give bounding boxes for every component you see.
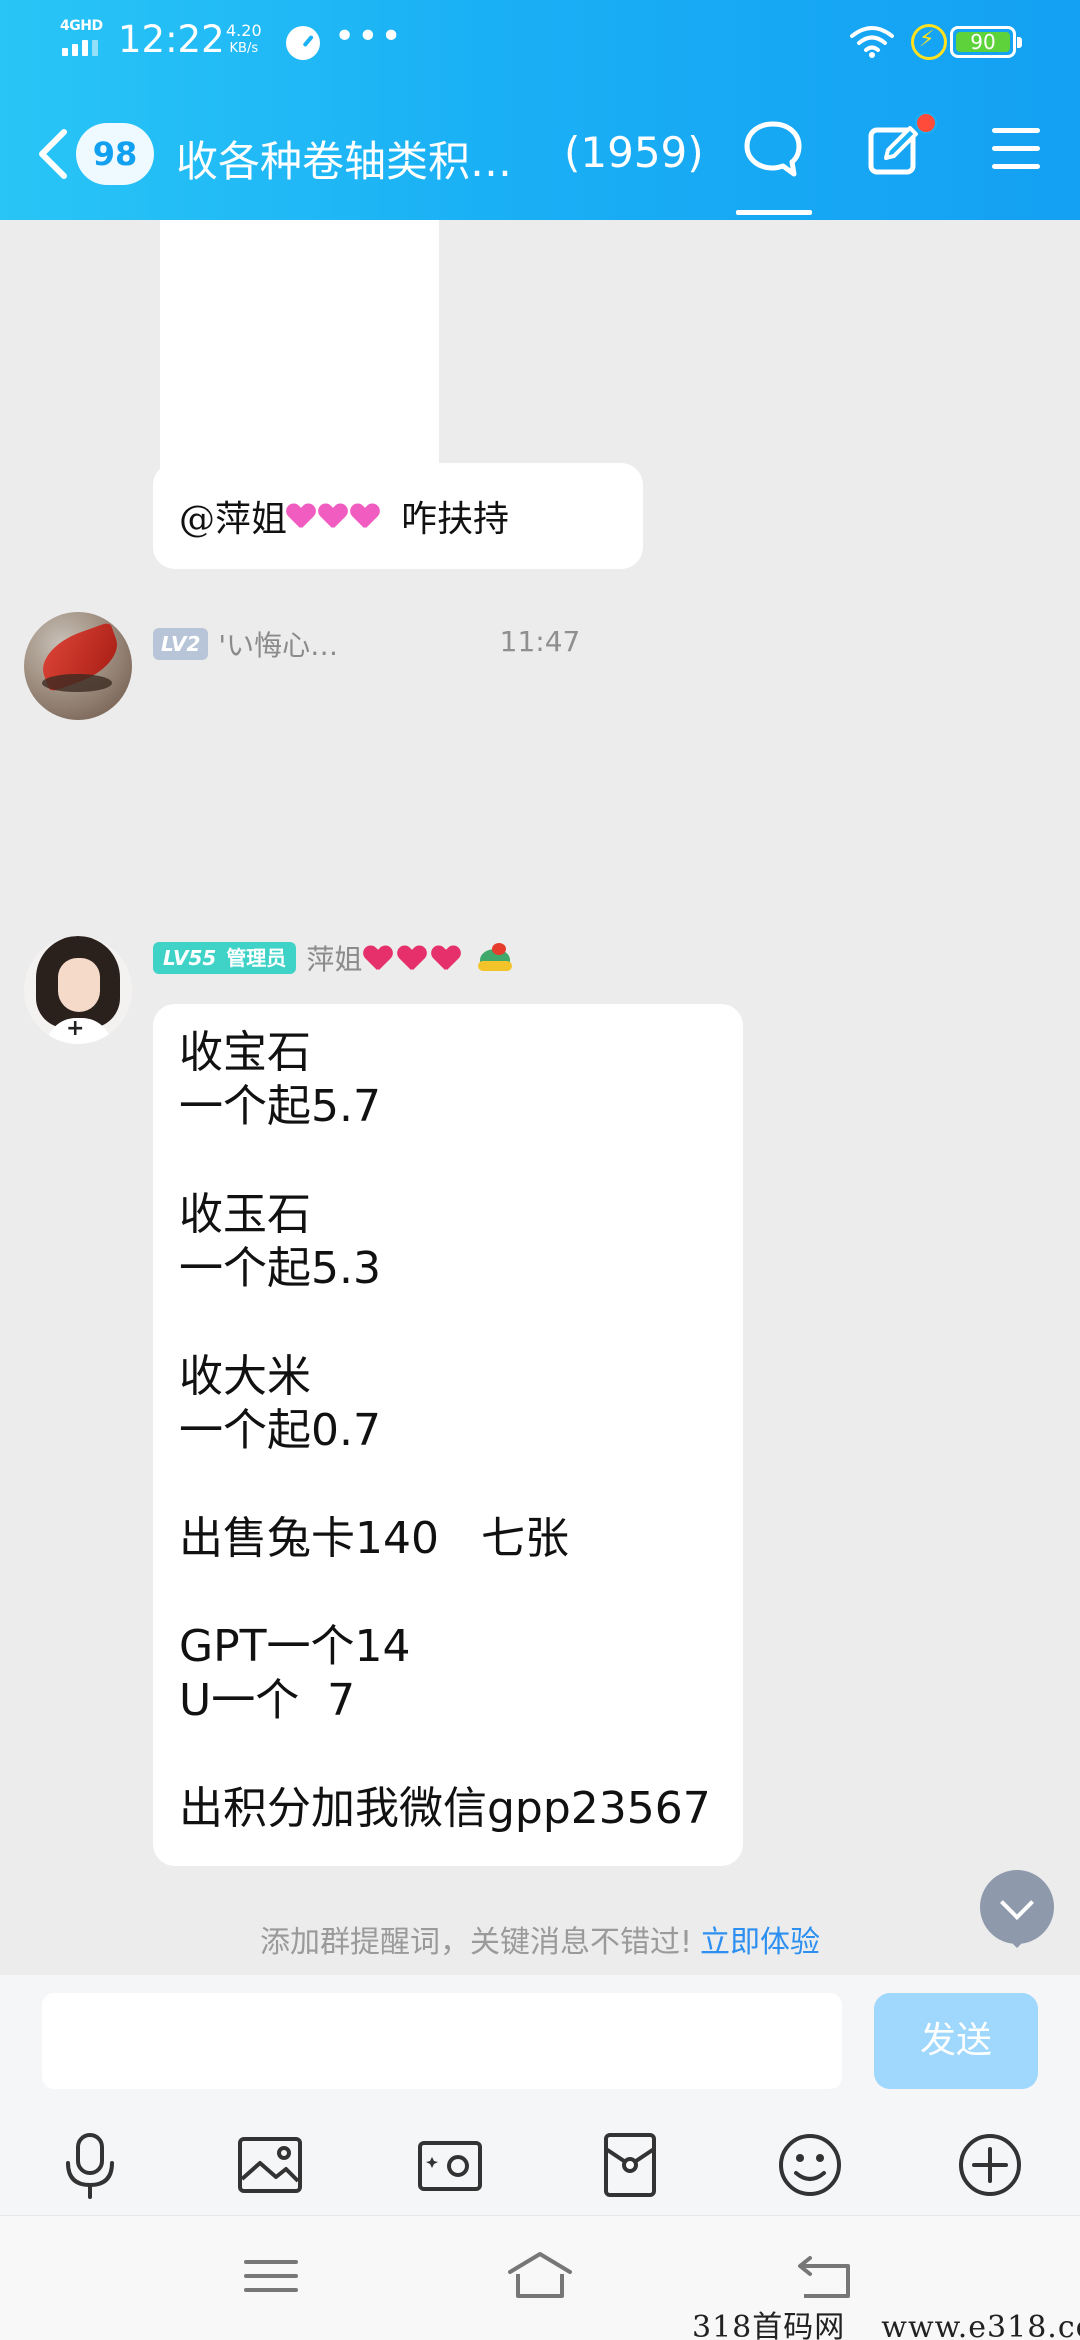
battery-level: 90	[956, 32, 1010, 52]
heart-emoji-icon	[398, 944, 430, 972]
message-line: 一个起5.7	[179, 1081, 381, 1132]
add-friend-icon: +	[66, 1016, 85, 1041]
watermark-left: 318首码网	[692, 2310, 846, 2340]
send-button[interactable]: 发送	[874, 1993, 1038, 2089]
heart-emoji-icon	[432, 944, 464, 972]
speedometer-icon	[286, 26, 320, 60]
red-packet-icon[interactable]	[590, 2125, 670, 2205]
group-title[interactable]: 收各种卷轴类积…	[176, 128, 512, 189]
message-line: 一个起5.3	[179, 1243, 381, 1294]
heart-emoji-icon	[287, 502, 319, 530]
heart-emoji-icon	[319, 502, 351, 530]
message-line: 收宝石	[179, 1027, 311, 1078]
battery-icon: 90	[950, 26, 1022, 58]
cellular-signal-icon: 4GHD	[60, 18, 106, 62]
edit-note-icon[interactable]	[866, 120, 924, 178]
level-label: LV55	[163, 946, 217, 970]
network-type: 4GHD	[60, 18, 103, 34]
message-bubble[interactable]: 收宝石 一个起5.7 收玉石 一个起5.3 收大米 一个起0.7 出售兔卡140…	[153, 1004, 743, 1866]
admin-badge: LV55 管理员	[153, 942, 297, 974]
more-notifications-icon: •••	[334, 16, 404, 57]
wifi-icon	[850, 26, 894, 58]
member-count[interactable]: (1959)	[564, 128, 704, 177]
chat-bubble-icon[interactable]	[742, 118, 804, 180]
try-now-link[interactable]: 立即体验	[700, 1925, 820, 1960]
chat-area[interactable]: LV2 'い悔心… @萍姐 咋扶持 11:47 + LV55 管理员 萍姐 收宝…	[0, 220, 1080, 1975]
message-line: 出售兔卡140 七张	[179, 1513, 569, 1564]
message-line: 出积分加我微信gpp23567	[179, 1783, 711, 1834]
message-line: 收大米	[179, 1351, 311, 1402]
message-line: 收玉石	[179, 1189, 311, 1240]
message-text: 咋扶持	[401, 499, 510, 540]
recent-apps-icon[interactable]	[236, 2246, 308, 2306]
back-chevron-icon[interactable]	[32, 126, 72, 182]
back-icon[interactable]	[790, 2246, 862, 2306]
image-icon[interactable]	[230, 2125, 310, 2205]
message-line: U一个 7	[179, 1675, 356, 1726]
nickname-text: 萍姐	[306, 943, 363, 976]
dragon-emoji-icon	[476, 941, 514, 975]
watermark: 318首码网 www.e318.com	[692, 2302, 1080, 2340]
charging-icon	[911, 24, 947, 60]
speed-unit: KB/s	[229, 41, 259, 56]
title-bar: 98 收各种卷轴类积… (1959)	[0, 90, 1080, 220]
avatar[interactable]: +	[24, 936, 132, 1044]
top-header: 4GHD 12:22 4.20 KB/s ••• 90 98 收各种卷轴类积… …	[0, 0, 1080, 220]
notification-dot	[915, 112, 937, 134]
network-speed: 4.20 KB/s	[226, 22, 262, 58]
hamburger-menu-icon[interactable]	[992, 128, 1040, 172]
message-input[interactable]	[42, 1993, 842, 2089]
message-line: GPT一个14	[179, 1621, 411, 1672]
time-separator: 11:47	[499, 625, 581, 658]
input-toolbar	[0, 2125, 1080, 2215]
mention-text[interactable]: @萍姐	[179, 490, 287, 542]
emoji-icon[interactable]	[770, 2125, 850, 2205]
speed-value: 4.20	[226, 21, 262, 40]
watermark-right: www.e318.com	[881, 2310, 1080, 2340]
status-time: 12:22	[118, 18, 225, 61]
role-label: 管理员	[226, 946, 287, 970]
plus-icon[interactable]	[950, 2125, 1030, 2205]
scroll-to-bottom-button[interactable]	[980, 1870, 1054, 1948]
message-sender: LV55 管理员 萍姐	[153, 938, 514, 978]
heart-emoji-icon	[351, 502, 383, 530]
message-line: 一个起0.7	[179, 1405, 381, 1456]
active-tab-indicator	[736, 210, 812, 215]
message-bubble[interactable]: @萍姐 咋扶持	[153, 463, 643, 569]
unread-count-badge[interactable]: 98	[76, 123, 154, 185]
home-icon[interactable]	[504, 2246, 576, 2306]
reminder-text: 添加群提醒词，关键消息不错过!	[259, 1925, 693, 1960]
camera-icon[interactable]	[410, 2125, 490, 2205]
sender-nickname[interactable]: 萍姐	[306, 938, 514, 978]
heart-emoji-icon	[364, 944, 396, 972]
status-bar: 4GHD 12:22 4.20 KB/s ••• 90	[0, 0, 1080, 90]
microphone-icon[interactable]	[50, 2125, 130, 2205]
input-bar: 发送	[0, 1975, 1080, 2215]
keyword-reminder-tip: 添加群提醒词，关键消息不错过! 立即体验	[0, 1917, 1080, 1961]
